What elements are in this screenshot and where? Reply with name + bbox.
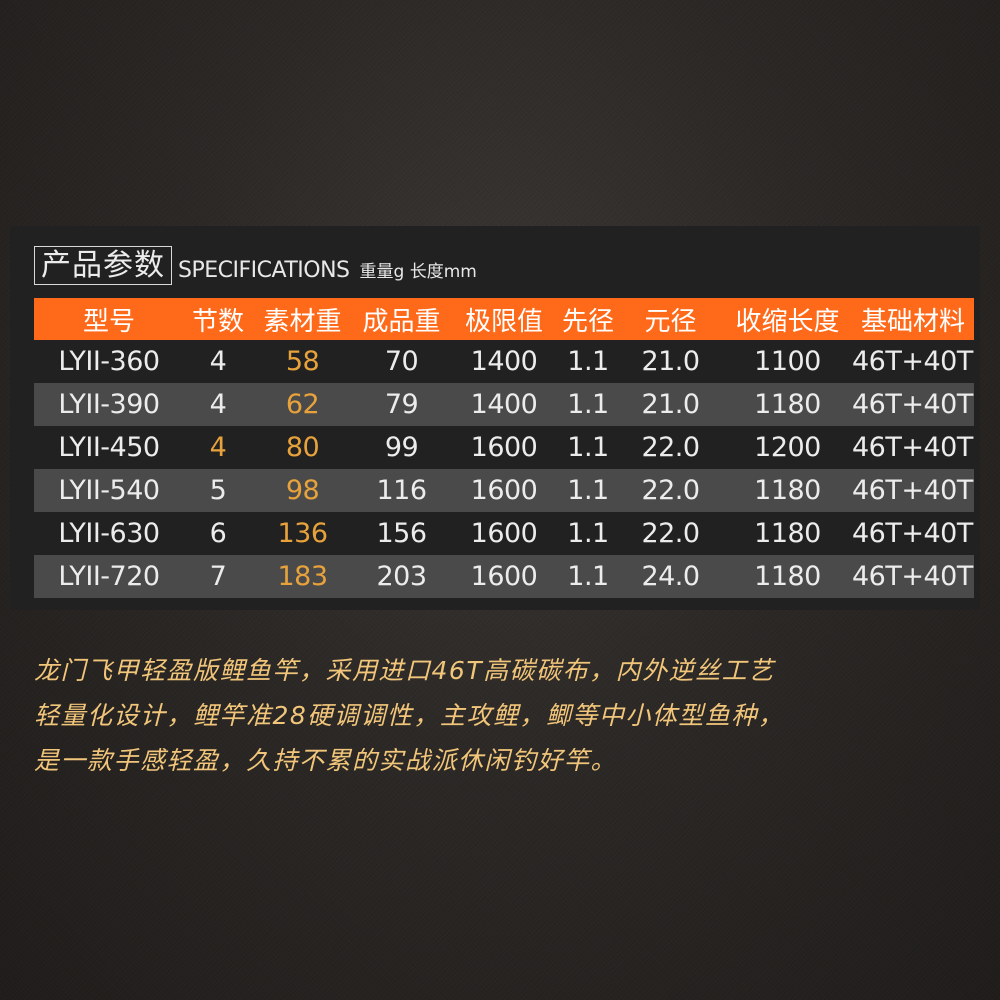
- cell-model: LYII-720: [34, 555, 184, 598]
- header-sections: 节数: [184, 298, 252, 340]
- cell-raw-weight: 98: [252, 469, 353, 512]
- specifications-title-en: SPECIFICATIONS: [178, 258, 350, 283]
- cell-model: LYII-360: [58, 346, 160, 377]
- header-tip-diameter: 先径: [558, 298, 618, 340]
- cell-retracted-length: 1180: [754, 518, 821, 549]
- cell-material: 46T+40T: [852, 346, 973, 377]
- description-line: 轻量化设计，鲤竿准28硬调调性，主攻鲤，鲫等中小体型鱼种，: [34, 701, 785, 730]
- cell-base-diameter: 21.0: [641, 346, 700, 377]
- cell-limit: 1400: [450, 383, 558, 426]
- header-model: 型号: [34, 298, 184, 340]
- cell-sections: 4: [209, 346, 227, 377]
- cell-tip-diameter: 1.1: [567, 432, 609, 463]
- cell-base-diameter: 22.0: [641, 518, 700, 549]
- cell-sections: 7: [184, 555, 252, 598]
- cell-retracted-length: 1180: [723, 469, 852, 512]
- cell-limit: 1600: [450, 555, 558, 598]
- table-row: LYII-360 4 58 70 1400 1.1 21.0 1100 46T+…: [34, 340, 974, 383]
- table-row: LYII-720 7 183 203 1600 1.1 24.0 1180 46…: [34, 555, 974, 598]
- cell-retracted-length: 1100: [754, 346, 821, 377]
- cell-finished-weight: 156: [376, 518, 427, 549]
- cell-tip-diameter: 1.1: [567, 346, 609, 377]
- cell-base-diameter: 21.0: [618, 383, 723, 426]
- cell-raw-weight: 183: [252, 555, 353, 598]
- cell-material: 46T+40T: [852, 555, 974, 598]
- cell-material: 46T+40T: [852, 469, 974, 512]
- table-row: LYII-630 6 136 156 1600 1.1 22.0 1180 46…: [34, 512, 974, 555]
- cell-limit: 1600: [470, 518, 538, 549]
- cell-model: LYII-540: [34, 469, 184, 512]
- header-base-diameter: 元径: [618, 298, 723, 340]
- description-line: 是一款手感轻盈，久持不累的实战派休闲钓好竿。: [34, 746, 618, 775]
- header-raw-weight: 素材重: [252, 298, 353, 340]
- table-row: LYII-450 4 80 99 1600 1.1 22.0 1200 46T+…: [34, 426, 974, 469]
- cell-sections: 6: [209, 518, 227, 549]
- cell-limit: 1600: [450, 469, 558, 512]
- cell-base-diameter: 24.0: [618, 555, 723, 598]
- cell-sections: 4: [184, 383, 252, 426]
- specifications-panel: 产品参数 SPECIFICATIONS 重量g 长度mm 型号 节数 素材重 成…: [10, 226, 980, 610]
- cell-raw-weight: 62: [252, 383, 353, 426]
- cell-sections: 4: [209, 432, 227, 463]
- cell-model: LYII-390: [34, 383, 184, 426]
- header-limit: 极限值: [450, 298, 558, 340]
- description-line: 龙门飞甲轻盈版鲤鱼竿，采用进口46T高碳碳布，内外逆丝工艺: [34, 656, 775, 685]
- header-retracted-length: 收缩长度: [723, 298, 852, 340]
- cell-limit: 1400: [470, 346, 538, 377]
- header-material: 基础材料: [852, 298, 974, 340]
- header-finished-weight: 成品重: [353, 298, 450, 340]
- cell-tip-diameter: 1.1: [567, 518, 609, 549]
- table-row: LYII-390 4 62 79 1400 1.1 21.0 1180 46T+…: [34, 383, 974, 426]
- table-header-row: 型号 节数 素材重 成品重 极限值 先径 元径 收缩长度 基础材料: [34, 298, 974, 340]
- cell-finished-weight: 116: [353, 469, 450, 512]
- product-description: 龙门飞甲轻盈版鲤鱼竿，采用进口46T高碳碳布，内外逆丝工艺 轻量化设计，鲤竿准2…: [34, 648, 974, 783]
- cell-retracted-length: 1180: [723, 555, 852, 598]
- cell-raw-weight: 80: [285, 432, 320, 463]
- cell-base-diameter: 22.0: [641, 432, 700, 463]
- cell-tip-diameter: 1.1: [558, 469, 618, 512]
- cell-retracted-length: 1200: [754, 432, 821, 463]
- cell-raw-weight: 136: [277, 518, 328, 549]
- units-note: 重量g 长度mm: [359, 262, 477, 282]
- specifications-title-cn: 产品参数: [34, 246, 172, 285]
- cell-tip-diameter: 1.1: [558, 555, 618, 598]
- cell-finished-weight: 79: [353, 383, 450, 426]
- cell-model: LYII-450: [58, 432, 160, 463]
- cell-model: LYII-630: [58, 518, 160, 549]
- cell-finished-weight: 203: [353, 555, 450, 598]
- cell-raw-weight: 58: [285, 346, 320, 377]
- cell-material: 46T+40T: [852, 432, 973, 463]
- specifications-header: 产品参数 SPECIFICATIONS 重量g 长度mm: [34, 245, 477, 285]
- cell-finished-weight: 99: [384, 432, 419, 463]
- cell-tip-diameter: 1.1: [558, 383, 618, 426]
- cell-limit: 1600: [470, 432, 538, 463]
- cell-base-diameter: 22.0: [618, 469, 723, 512]
- cell-retracted-length: 1180: [723, 383, 852, 426]
- cell-sections: 5: [184, 469, 252, 512]
- table-row: LYII-540 5 98 116 1600 1.1 22.0 1180 46T…: [34, 469, 974, 512]
- cell-material: 46T+40T: [852, 383, 974, 426]
- cell-finished-weight: 70: [384, 346, 419, 377]
- cell-material: 46T+40T: [852, 518, 973, 549]
- specifications-table: 型号 节数 素材重 成品重 极限值 先径 元径 收缩长度 基础材料 LYII-3…: [34, 298, 974, 598]
